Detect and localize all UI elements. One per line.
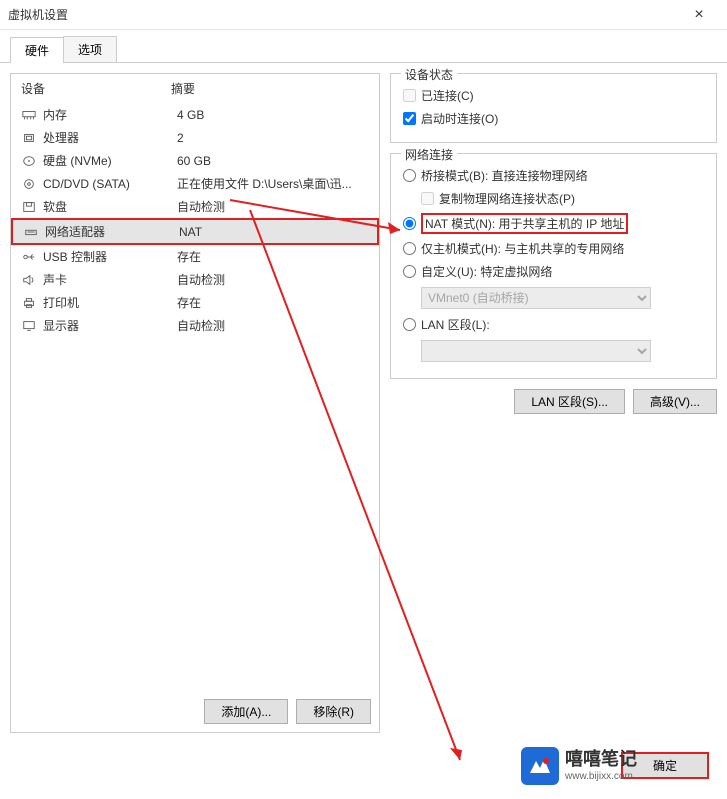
lan-segments-button[interactable]: LAN 区段(S)... (514, 389, 625, 414)
device-summary: 正在使用文件 D:\Users\桌面\迅... (177, 175, 352, 192)
network-connection-group: 网络连接 桥接模式(B): 直接连接物理网络 复制物理网络连接状态(P) NAT… (390, 153, 717, 379)
replicate-checkbox (421, 192, 434, 205)
device-status-group: 设备状态 已连接(C) 启动时连接(O) (390, 73, 717, 143)
device-summary: 2 (177, 131, 184, 145)
device-name: CD/DVD (SATA) (43, 177, 177, 191)
bridged-radio[interactable] (403, 169, 416, 182)
bridged-radio-row[interactable]: 桥接模式(B): 直接连接物理网络 (403, 164, 704, 187)
window-title: 虚拟机设置 (8, 6, 679, 23)
add-button[interactable]: 添加(A)... (204, 699, 288, 724)
display-icon (21, 320, 37, 332)
replicate-row: 复制物理网络连接状态(P) (403, 187, 704, 210)
printer-icon (21, 297, 37, 309)
device-name: 内存 (43, 106, 177, 123)
close-icon[interactable]: × (679, 6, 719, 24)
watermark-logo-icon (521, 747, 559, 785)
device-name: 软盘 (43, 198, 177, 215)
tab-strip: 硬件 选项 (0, 30, 727, 63)
device-row-memory[interactable]: 内存 4 GB (11, 103, 379, 126)
lan-radio[interactable] (403, 318, 416, 331)
device-row-printer[interactable]: 打印机 存在 (11, 291, 379, 314)
custom-radio-row[interactable]: 自定义(U): 特定虚拟网络 (403, 260, 704, 283)
lan-label: LAN 区段(L): (421, 316, 490, 333)
memory-icon (21, 109, 37, 121)
vmnet-select: VMnet0 (自动桥接) (421, 287, 651, 309)
header-summary: 摘要 (171, 80, 195, 97)
device-summary: 4 GB (177, 108, 204, 122)
device-row-display[interactable]: 显示器 自动检测 (11, 314, 379, 337)
floppy-icon (21, 201, 37, 213)
sound-icon (21, 274, 37, 286)
device-row-cpu[interactable]: 处理器 2 (11, 126, 379, 149)
watermark: 嘻嘻笔记 www.bijixx.com (521, 747, 637, 785)
custom-label: 自定义(U): 特定虚拟网络 (421, 263, 552, 280)
lan-select-row (403, 336, 704, 366)
connected-checkbox (403, 89, 416, 102)
device-list-header: 设备 摘要 (11, 74, 379, 103)
replicate-label: 复制物理网络连接状态(P) (439, 190, 575, 207)
device-name: 网络适配器 (45, 223, 179, 240)
disk-icon (21, 155, 37, 167)
hostonly-label: 仅主机模式(H): 与主机共享的专用网络 (421, 240, 624, 257)
device-name: 处理器 (43, 129, 177, 146)
cd-icon (21, 178, 37, 190)
device-list-panel: 设备 摘要 内存 4 GB 处理器 2 硬盘 (NVMe) 60 GB CD/D… (10, 73, 380, 733)
lan-select (421, 340, 651, 362)
device-row-sound[interactable]: 声卡 自动检测 (11, 268, 379, 291)
device-summary: 存在 (177, 248, 201, 265)
settings-panel: 设备状态 已连接(C) 启动时连接(O) 网络连接 桥接模式(B): 直接连接物… (390, 73, 717, 733)
status-legend: 设备状态 (401, 66, 457, 83)
connected-checkbox-row: 已连接(C) (403, 84, 704, 107)
device-list: 内存 4 GB 处理器 2 硬盘 (NVMe) 60 GB CD/DVD (SA… (11, 103, 379, 337)
nat-radio-row[interactable]: NAT 模式(N): 用于共享主机的 IP 地址 (403, 210, 704, 237)
lan-radio-row[interactable]: LAN 区段(L): (403, 313, 704, 336)
advanced-button[interactable]: 高级(V)... (633, 389, 717, 414)
tab-options[interactable]: 选项 (63, 36, 117, 62)
nat-radio[interactable] (403, 217, 416, 230)
device-summary: NAT (179, 225, 202, 239)
custom-select-row: VMnet0 (自动桥接) (403, 283, 704, 313)
device-summary: 自动检测 (177, 317, 225, 334)
device-name: 显示器 (43, 317, 177, 334)
network-legend: 网络连接 (401, 146, 457, 163)
device-name: 硬盘 (NVMe) (43, 152, 177, 169)
custom-radio[interactable] (403, 265, 416, 278)
watermark-url: www.bijixx.com (565, 771, 637, 783)
titlebar: 虚拟机设置 × (0, 0, 727, 30)
device-summary: 自动检测 (177, 198, 225, 215)
network-icon (23, 226, 39, 238)
device-name: USB 控制器 (43, 248, 177, 265)
device-row-cddvd[interactable]: CD/DVD (SATA) 正在使用文件 D:\Users\桌面\迅... (11, 172, 379, 195)
usb-icon (21, 251, 37, 263)
hostonly-radio-row[interactable]: 仅主机模式(H): 与主机共享的专用网络 (403, 237, 704, 260)
watermark-title: 嘻嘻笔记 (565, 749, 637, 771)
device-row-floppy[interactable]: 软盘 自动检测 (11, 195, 379, 218)
header-device: 设备 (21, 80, 171, 97)
connect-on-start-label: 启动时连接(O) (421, 110, 498, 127)
cpu-icon (21, 132, 37, 144)
hostonly-radio[interactable] (403, 242, 416, 255)
connected-label: 已连接(C) (421, 87, 474, 104)
device-summary: 存在 (177, 294, 201, 311)
nat-label: NAT 模式(N): 用于共享主机的 IP 地址 (421, 213, 628, 234)
watermark-text: 嘻嘻笔记 www.bijixx.com (565, 749, 637, 783)
connect-on-start-row[interactable]: 启动时连接(O) (403, 107, 704, 130)
device-buttons: 添加(A)... 移除(R) (204, 699, 371, 724)
device-summary: 自动检测 (177, 271, 225, 288)
tab-hardware[interactable]: 硬件 (10, 37, 64, 63)
device-row-usb[interactable]: USB 控制器 存在 (11, 245, 379, 268)
connect-on-start-checkbox[interactable] (403, 112, 416, 125)
bridged-label: 桥接模式(B): 直接连接物理网络 (421, 167, 588, 184)
device-row-disk[interactable]: 硬盘 (NVMe) 60 GB (11, 149, 379, 172)
device-row-network[interactable]: 网络适配器 NAT (11, 218, 379, 245)
device-name: 声卡 (43, 271, 177, 288)
device-name: 打印机 (43, 294, 177, 311)
content-area: 设备 摘要 内存 4 GB 处理器 2 硬盘 (NVMe) 60 GB CD/D… (0, 63, 727, 743)
right-button-row: LAN 区段(S)... 高级(V)... (390, 389, 717, 414)
remove-button[interactable]: 移除(R) (296, 699, 371, 724)
device-summary: 60 GB (177, 154, 211, 168)
